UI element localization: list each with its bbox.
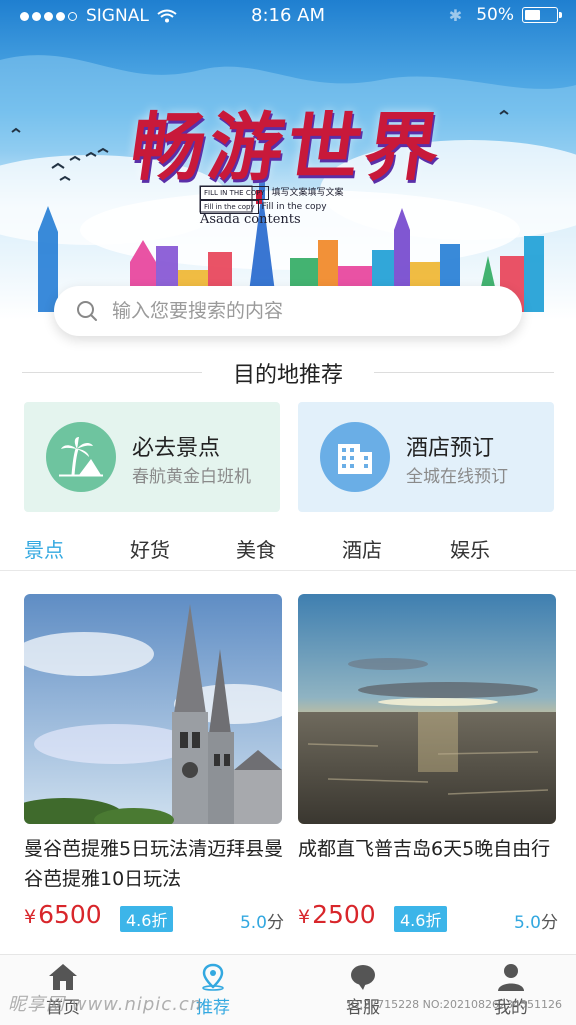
promo-title: 酒店预订 bbox=[406, 436, 495, 461]
hero-banner: SIGNAL 8:16 AM ✱ 50% 畅游世界 FILL IN THE CO… bbox=[0, 0, 576, 320]
user-icon bbox=[498, 964, 524, 991]
product-score: 5.0分 bbox=[239, 913, 284, 933]
promo-icon-circle bbox=[320, 422, 390, 492]
promo-card-hotels[interactable]: 酒店预订 全城在线预订 bbox=[298, 402, 554, 512]
product-score: 5.0分 bbox=[513, 913, 558, 933]
hero-sub-box: FILL IN THE COPY bbox=[200, 186, 269, 200]
product-name[interactable]: 成都直飞普吉岛6天5晚自由行 bbox=[298, 834, 560, 894]
section-heading: 目的地推荐 bbox=[22, 354, 554, 390]
building-icon bbox=[338, 444, 372, 474]
promo-subtitle: 全城在线预订 bbox=[406, 467, 508, 487]
product-price: ¥6500 bbox=[24, 900, 102, 929]
hero-title: 畅游世界 bbox=[125, 105, 450, 191]
search-input[interactable] bbox=[110, 299, 494, 323]
product-card[interactable]: 成都直飞普吉岛6天5晚自由行 ¥2500 4.6折 5.0分 bbox=[298, 594, 558, 936]
battery-level-fill bbox=[525, 10, 540, 20]
tab-entertainment[interactable]: 娱乐 bbox=[450, 534, 490, 563]
product-card[interactable]: 曼谷芭提雅5日玩法清迈拜县曼谷芭提雅10日玩法 ¥6500 4.6折 5.0分 bbox=[24, 594, 284, 936]
promo-card-attractions[interactable]: 必去景点 春航黄金白班机 bbox=[24, 402, 280, 512]
promo-icon-circle bbox=[46, 422, 116, 492]
watermark-brand: 昵享网 www.nipic.cn bbox=[8, 994, 203, 1015]
tab-food[interactable]: 美食 bbox=[236, 534, 276, 563]
section-title: 目的地推荐 bbox=[232, 363, 343, 388]
discount-badge: 4.6折 bbox=[394, 906, 448, 932]
product-image[interactable] bbox=[298, 594, 556, 824]
watermark-id: ID:27715228 NO:20210826234551126 bbox=[347, 998, 562, 1011]
product-price: ¥2500 bbox=[298, 900, 376, 929]
divider-right bbox=[374, 372, 554, 373]
palm-tree-icon bbox=[59, 437, 103, 477]
hero-subtitle-block: FILL IN THE COPY 填写文案填写文案 Fill in the co… bbox=[200, 186, 370, 226]
tab-goods[interactable]: 好货 bbox=[130, 534, 170, 563]
battery-percent: 50% bbox=[476, 5, 514, 25]
chat-bubble-icon bbox=[351, 965, 375, 990]
promo-subtitle: 春航黄金白班机 bbox=[132, 467, 251, 487]
home-icon bbox=[49, 964, 77, 990]
hero-sub-big: Asada contents bbox=[200, 212, 301, 227]
search-bar[interactable] bbox=[54, 286, 522, 336]
category-tabs: 景点 好货 美食 酒店 娱乐 bbox=[0, 530, 576, 571]
church-photo bbox=[24, 594, 282, 824]
location-pin-icon bbox=[202, 963, 224, 991]
bluetooth-icon: ✱ bbox=[448, 5, 463, 25]
hero-sub-line2: Fill in the copy bbox=[261, 202, 327, 212]
product-image[interactable] bbox=[24, 594, 282, 824]
discount-badge: 4.6折 bbox=[120, 906, 174, 932]
sunset-sea-photo bbox=[298, 594, 556, 824]
tab-hotel[interactable]: 酒店 bbox=[342, 534, 382, 563]
product-name[interactable]: 曼谷芭提雅5日玩法清迈拜县曼谷芭提雅10日玩法 bbox=[24, 834, 286, 894]
search-icon bbox=[77, 301, 97, 321]
hero-sub-line1: 填写文案填写文案 bbox=[271, 188, 344, 198]
battery-icon bbox=[522, 7, 562, 23]
status-bar: SIGNAL 8:16 AM ✱ 50% bbox=[0, 0, 576, 30]
promo-title: 必去景点 bbox=[132, 436, 221, 461]
tab-attractions[interactable]: 景点 bbox=[24, 534, 64, 563]
